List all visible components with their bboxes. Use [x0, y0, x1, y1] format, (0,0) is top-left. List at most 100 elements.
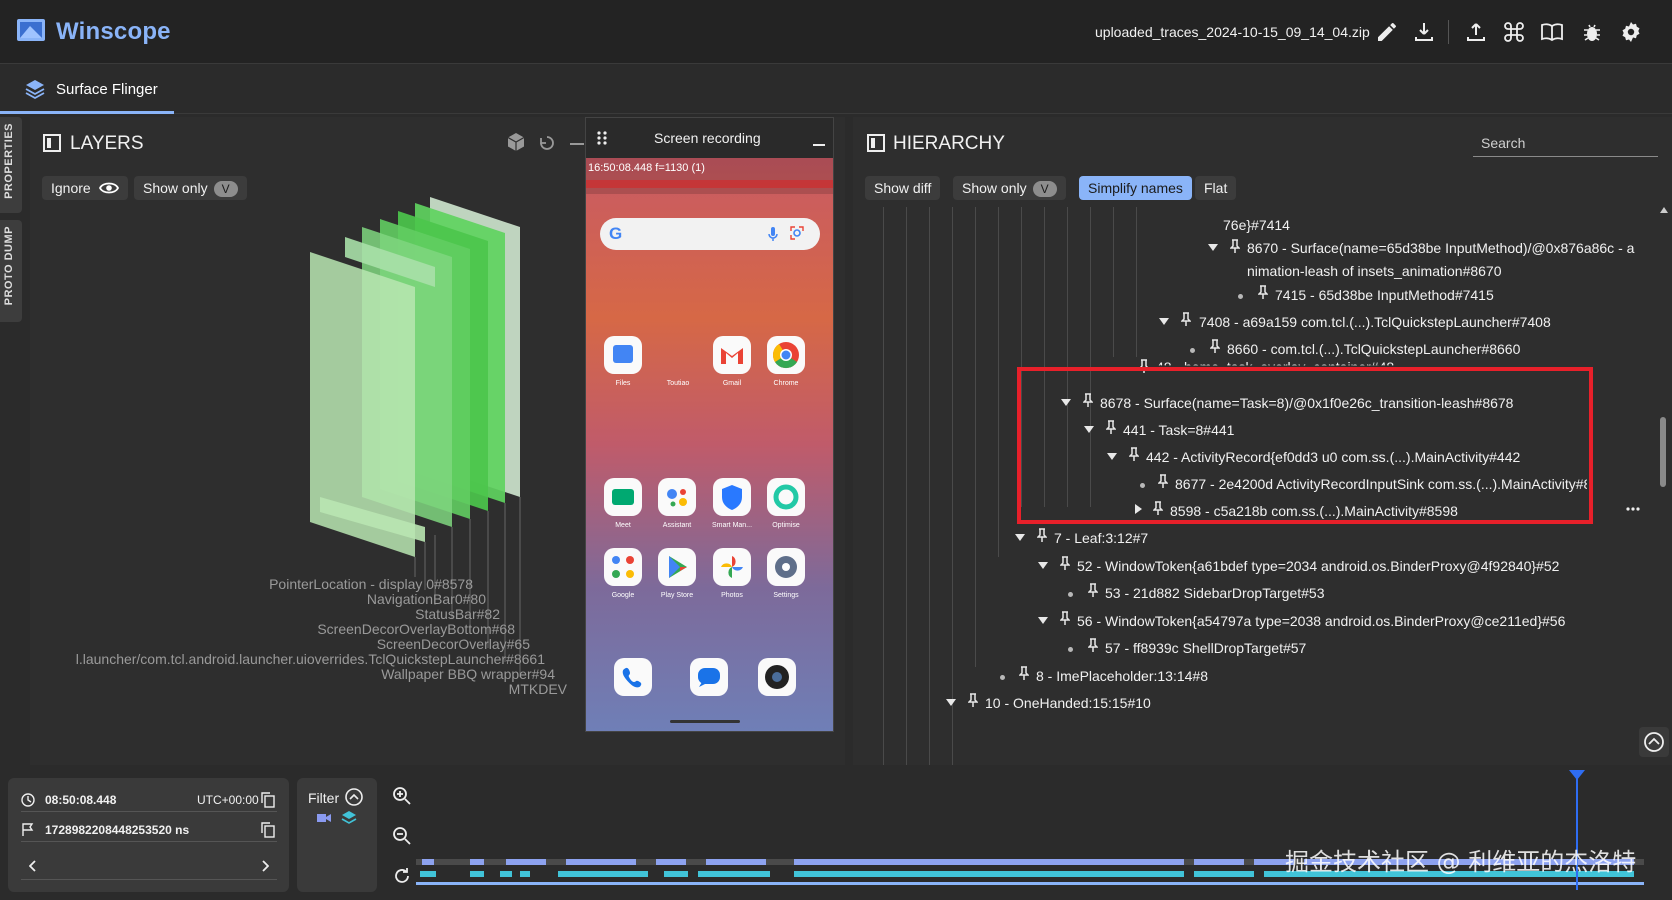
zoom-out-icon[interactable]	[392, 826, 412, 846]
pin-icon[interactable]	[1129, 447, 1139, 461]
more-options-icon[interactable]	[1626, 507, 1640, 511]
tree-node-label[interactable]: 8677 - 2e4200d ActivityRecordInputSink c…	[1175, 476, 1587, 492]
tree-expand-toggle[interactable]	[1038, 562, 1048, 569]
reset-rotation-icon[interactable]	[538, 134, 556, 152]
timestamp-field[interactable]: 08:50:08.448 UTC+00:00	[21, 788, 277, 812]
tree-expand-toggle[interactable]	[1135, 504, 1142, 514]
layer-label[interactable]: l.launcher/com.tcl.android.launcher.uiov…	[76, 651, 545, 667]
pin-icon[interactable]	[1230, 239, 1240, 253]
hierarchy-show-only-button[interactable]: Show only V	[953, 176, 1066, 200]
layers-show-only-button[interactable]: Show only V	[134, 176, 247, 200]
winscope-app: Winscope uploaded_traces_2024-10-15_09_1…	[0, 0, 1672, 900]
panel-collapse-icon[interactable]	[867, 134, 885, 152]
tree-node-label[interactable]: 442 - ActivityRecord{ef0dd3 u0 com.ss.(.…	[1146, 449, 1520, 465]
tree-node-label[interactable]: 53 - 21d882 SidebarDropTarget#53	[1105, 585, 1325, 601]
tree-node-label[interactable]: 441 - Task=8#441	[1123, 422, 1234, 438]
pin-icon[interactable]	[968, 693, 978, 707]
report-bug-icon[interactable]	[1580, 20, 1604, 44]
shortcuts-command-icon[interactable]	[1502, 20, 1526, 44]
next-frame-icon[interactable]	[261, 860, 269, 872]
screen-recording-window[interactable]: Screen recording 16:50:08.448 f=1130 (1)…	[585, 117, 834, 732]
panel-collapse-icon[interactable]	[43, 134, 61, 152]
layers-filter-icon[interactable]	[341, 810, 357, 826]
tree-expand-toggle[interactable]	[1038, 617, 1048, 624]
timestamp-ns-field[interactable]: 1728982208448253520 ns	[21, 818, 277, 842]
trace-filter[interactable]: Filter	[297, 778, 377, 892]
pin-icon[interactable]	[1060, 611, 1070, 625]
tree-expand-toggle[interactable]	[1159, 318, 1169, 325]
pin-icon[interactable]	[1019, 666, 1029, 680]
tree-expand-toggle[interactable]	[1015, 534, 1025, 541]
layer-label[interactable]: NavigationBar0#80	[367, 591, 486, 607]
tree-leaf-dot	[1140, 483, 1145, 488]
tree-node-label[interactable]: 7415 - 65d38be InputMethod#7415	[1275, 287, 1494, 303]
scrollbar-thumb[interactable]	[1660, 417, 1666, 487]
documentation-book-icon[interactable]	[1540, 20, 1564, 44]
hierarchy-scrollbar[interactable]	[1658, 207, 1668, 747]
layer-label[interactable]: Wallpaper BBQ wrapper#94	[381, 666, 555, 682]
tree-node-label[interactable]: nimation-leash of insets_animation#8670	[1247, 263, 1502, 279]
tab-surface-flinger[interactable]: Surface Flinger	[0, 64, 174, 114]
copy-icon[interactable]	[261, 792, 275, 808]
drag-handle-icon[interactable]	[596, 130, 608, 146]
pin-icon[interactable]	[1210, 339, 1220, 353]
recording-header[interactable]: Screen recording	[586, 118, 833, 158]
filter-collapse-icon[interactable]	[345, 788, 363, 806]
tree-expand-toggle[interactable]	[1061, 399, 1071, 406]
app-icon-files	[604, 336, 642, 374]
settings-gear-icon[interactable]	[1619, 20, 1643, 44]
search-input[interactable]: Search	[1473, 127, 1658, 157]
zoom-in-icon[interactable]	[392, 786, 412, 806]
scroll-to-top-icon[interactable]	[1639, 727, 1669, 757]
previous-frame-icon[interactable]	[29, 860, 37, 872]
tree-node-label[interactable]: 8660 - com.tcl.(...).TclQuickstepLaunche…	[1227, 341, 1520, 357]
tree-expand-toggle[interactable]	[1084, 426, 1094, 433]
tree-node-label[interactable]: 8678 - Surface(name=Task=8)/@0x1f0e26c_t…	[1100, 395, 1513, 411]
side-tab-properties[interactable]: PROPERTIES	[0, 117, 22, 213]
pin-icon[interactable]	[1158, 474, 1168, 488]
pin-icon[interactable]	[1258, 285, 1268, 299]
copy-icon[interactable]	[261, 822, 275, 838]
zoom-slider-handle[interactable]	[570, 143, 584, 145]
tree-node-label[interactable]: 56 - WindowToken{a54797a type=2038 andro…	[1077, 613, 1565, 629]
tree-node-label[interactable]: 52 - WindowToken{a61bdef type=2034 andro…	[1077, 558, 1559, 574]
flat-button[interactable]: Flat	[1195, 176, 1237, 200]
tree-expand-toggle[interactable]	[946, 699, 956, 706]
pin-icon[interactable]	[1037, 528, 1047, 542]
tree-node-label[interactable]: 8670 - Surface(name=65d38be InputMethod)…	[1247, 240, 1634, 256]
tree-expand-toggle[interactable]	[1107, 453, 1117, 460]
pin-icon[interactable]	[1106, 420, 1116, 434]
download-icon[interactable]	[1412, 20, 1436, 44]
upload-icon[interactable]	[1464, 20, 1488, 44]
video-camera-icon[interactable]	[317, 812, 331, 824]
tree-node-label[interactable]: 7 - Leaf:3:12#7	[1054, 530, 1148, 546]
ignore-toggle-button[interactable]: Ignore	[42, 176, 128, 200]
layer-label[interactable]: ScreenDecorOverlayBottom#68	[317, 621, 515, 637]
layer-label[interactable]: StatusBar#82	[415, 606, 500, 622]
tree-expand-toggle[interactable]	[1208, 244, 1218, 251]
tree-node-label[interactable]: 8 - ImePlaceholder:13:14#8	[1036, 668, 1208, 684]
layer-label[interactable]: ScreenDecorOverlay#65	[377, 636, 530, 652]
tree-node-label[interactable]: 10 - OneHanded:15:15#10	[985, 695, 1151, 711]
show-diff-button[interactable]: Show diff	[865, 176, 941, 200]
minimize-icon[interactable]	[813, 144, 825, 146]
layer-label[interactable]: PointerLocation - display 0#8578	[269, 576, 473, 592]
edit-pencil-icon[interactable]	[1375, 20, 1399, 44]
simplify-names-button[interactable]: Simplify names	[1079, 176, 1192, 200]
tree-node-label[interactable]: 8598 - c5a218b com.ss.(...).MainActivity…	[1170, 503, 1458, 519]
pin-icon[interactable]	[1060, 556, 1070, 570]
eye-icon	[98, 182, 119, 194]
tree-node-label[interactable]: 57 - ff8939c ShellDropTarget#57	[1105, 640, 1306, 656]
pin-icon[interactable]	[1153, 501, 1163, 515]
pin-icon[interactable]	[1181, 312, 1191, 326]
tree-node-label[interactable]: 7408 - a69a159 com.tcl.(...).TclQuickste…	[1199, 314, 1551, 330]
top-toolbar: Winscope uploaded_traces_2024-10-15_09_1…	[0, 0, 1672, 64]
pin-icon[interactable]	[1088, 638, 1098, 652]
tree-node-label[interactable]: 76e}#7414	[1223, 217, 1290, 233]
side-tab-proto-dump[interactable]: PROTO DUMP	[0, 220, 22, 322]
pin-icon[interactable]	[1083, 393, 1093, 407]
3d-cube-icon[interactable]	[506, 132, 526, 152]
pin-icon[interactable]	[1088, 583, 1098, 597]
reset-zoom-icon[interactable]	[392, 866, 412, 886]
layer-label[interactable]: MTKDEV	[509, 681, 567, 697]
